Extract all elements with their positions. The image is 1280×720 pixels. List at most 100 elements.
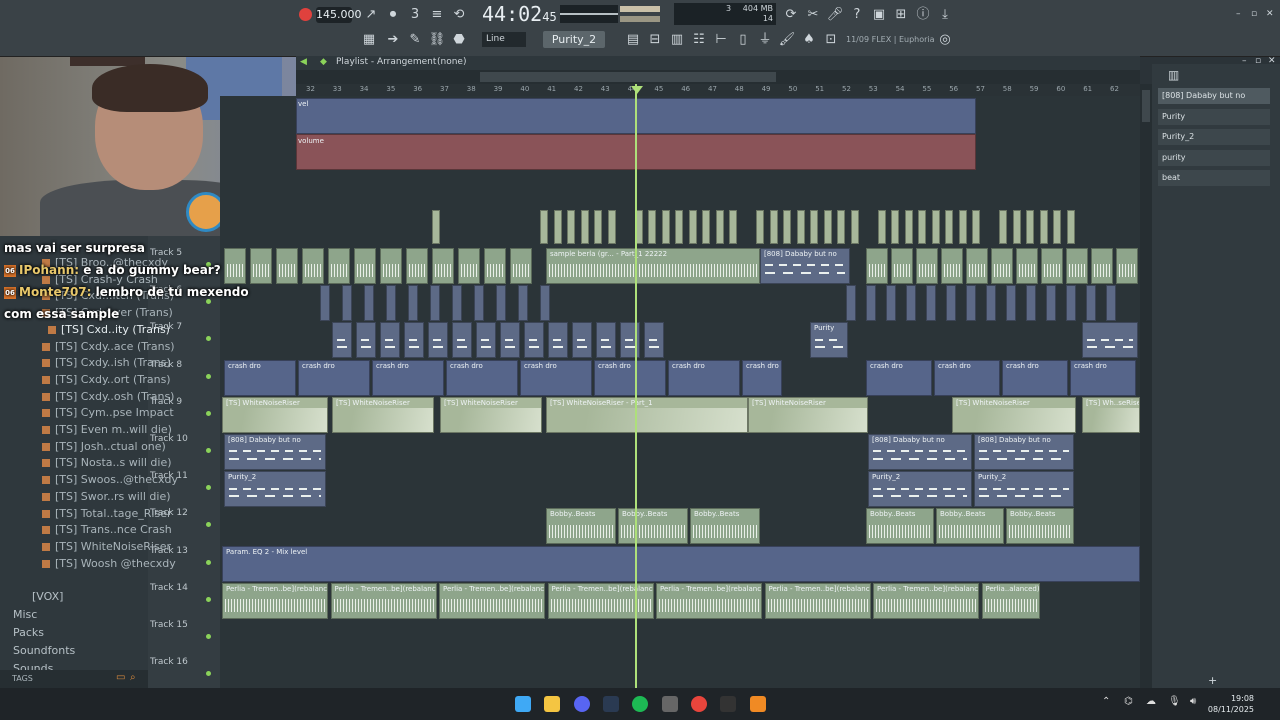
microphone-icon[interactable]: 🎙︎ bbox=[1168, 696, 1181, 707]
crash-clip[interactable]: crash dro bbox=[668, 359, 740, 396]
note-clip[interactable] bbox=[644, 322, 664, 359]
file-icon[interactable]: ▯ bbox=[734, 31, 752, 49]
riser-clip[interactable]: [TS] WhiteNoiseRiser bbox=[222, 396, 328, 433]
hit-clip[interactable] bbox=[540, 285, 550, 322]
small-clip[interactable] bbox=[823, 210, 832, 244]
small-clip[interactable] bbox=[1026, 210, 1034, 244]
hit-clip[interactable] bbox=[1066, 285, 1076, 322]
small-clip[interactable] bbox=[918, 210, 926, 244]
browser-item[interactable]: [TS] Cym..pse Impact bbox=[42, 406, 174, 419]
small-clip[interactable] bbox=[540, 210, 548, 244]
add-channel-icon[interactable]: + bbox=[1208, 674, 1217, 687]
arrow-tool-icon[interactable]: ➔ bbox=[384, 31, 402, 49]
step-edit-icon[interactable]: ≡ bbox=[428, 6, 446, 24]
wait-icon[interactable]: ⏺ bbox=[384, 6, 402, 24]
small-clip[interactable] bbox=[891, 210, 899, 244]
note-clip[interactable] bbox=[452, 322, 472, 359]
sample-clip[interactable] bbox=[354, 248, 376, 284]
playlist-lanes[interactable]: vel volume sample berla (gr... - Part_1 22… bbox=[220, 96, 1140, 688]
bird-icon[interactable]: ♠ bbox=[800, 31, 818, 49]
hit-clip[interactable] bbox=[1026, 285, 1036, 322]
sample-clip[interactable] bbox=[302, 248, 324, 284]
sample-clip[interactable] bbox=[380, 248, 402, 284]
note-clip[interactable] bbox=[500, 322, 520, 359]
hit-clip[interactable] bbox=[496, 285, 506, 322]
sample-clip[interactable] bbox=[991, 248, 1013, 284]
perlia-clip[interactable]: Perlia - Tremen..be](rebalanced) bbox=[873, 582, 979, 619]
channel-item[interactable]: Purity_2 bbox=[1158, 129, 1270, 145]
browser-item[interactable]: [TS] Cxdy..osh (Trans) bbox=[42, 390, 174, 403]
dababy-clip[interactable]: [808] Dababy but no bbox=[868, 434, 972, 470]
close-icon[interactable]: ✕ bbox=[1266, 9, 1274, 19]
maximize-icon[interactable]: ▫ bbox=[1251, 9, 1257, 19]
small-clip[interactable] bbox=[783, 210, 791, 244]
folder-icon[interactable]: ▭ bbox=[116, 672, 125, 683]
sample-clip[interactable] bbox=[276, 248, 298, 284]
small-clip[interactable] bbox=[1053, 210, 1061, 244]
sample-clip[interactable] bbox=[966, 248, 988, 284]
hit-clip[interactable] bbox=[1106, 285, 1116, 322]
small-clip[interactable] bbox=[958, 210, 967, 244]
hit-clip[interactable] bbox=[386, 285, 396, 322]
note-clip[interactable] bbox=[356, 322, 376, 359]
small-clip[interactable] bbox=[1012, 210, 1021, 244]
note-clip[interactable] bbox=[332, 322, 352, 359]
hit-clip[interactable] bbox=[946, 285, 956, 322]
pattern-selector[interactable]: Purity_2 bbox=[543, 31, 605, 48]
perlia-clip[interactable]: Perlia - Tremen..be](rebalanced) bbox=[222, 582, 328, 619]
hit-clip[interactable] bbox=[430, 285, 440, 322]
small-clip[interactable] bbox=[972, 210, 980, 244]
channel-item[interactable]: Purity bbox=[1158, 108, 1270, 125]
help-icon[interactable]: ? bbox=[848, 6, 866, 24]
bobby-clip[interactable]: Bobby..Beats bbox=[936, 508, 1004, 545]
browser-item[interactable]: [TS] Trans..nce Crash bbox=[42, 523, 172, 536]
small-clip[interactable] bbox=[702, 210, 710, 244]
small-clip[interactable] bbox=[553, 210, 562, 244]
file-explorer-icon[interactable] bbox=[544, 696, 560, 712]
small-clip[interactable] bbox=[850, 210, 859, 244]
mixer-icon[interactable]: ▤ bbox=[624, 31, 642, 49]
note-clip[interactable] bbox=[380, 322, 400, 359]
record-button[interactable] bbox=[299, 8, 312, 21]
sample-clip[interactable] bbox=[510, 248, 532, 284]
browser-item[interactable]: [TS] Nosta..s will die) bbox=[42, 456, 172, 469]
sample-clip[interactable]: sample berla (gr... - Part_1 22222 bbox=[546, 248, 760, 284]
hit-clip[interactable] bbox=[1006, 285, 1016, 322]
perlia-clip[interactable]: Perlia - Tremen..be](rebalanced) bbox=[656, 582, 762, 619]
purity2-clip[interactable]: Purity_2 bbox=[224, 471, 326, 508]
browser-item[interactable]: [TS] Cxdy..ish (Trans) bbox=[42, 356, 171, 369]
metronome-icon[interactable]: ↗ bbox=[362, 6, 380, 24]
windows-start-icon[interactable] bbox=[515, 696, 531, 712]
stamp-icon[interactable]: ⬣ bbox=[450, 31, 468, 49]
sample-clip[interactable] bbox=[432, 248, 454, 284]
bobby-clip[interactable]: Bobby..Beats bbox=[546, 508, 616, 545]
cart-icon[interactable]: ⊡ bbox=[822, 31, 840, 49]
small-clip[interactable] bbox=[661, 210, 670, 244]
perlia-clip[interactable]: Perlia - Tremen..be](rebalanced) bbox=[547, 582, 654, 619]
hit-clip[interactable] bbox=[906, 285, 916, 322]
small-clip[interactable] bbox=[877, 210, 886, 244]
countdown-icon[interactable]: 3 bbox=[406, 6, 424, 24]
small-clip[interactable] bbox=[567, 210, 575, 244]
panel-maximize-icon[interactable]: ▫ bbox=[1255, 56, 1261, 66]
crash-clip[interactable]: crash dro bbox=[446, 359, 518, 396]
riser-clip[interactable]: [TS] WhiteNoiseRiser bbox=[952, 396, 1076, 433]
riser-clip[interactable]: [TS] Wh..seRiser bbox=[1082, 396, 1140, 433]
hit-clip[interactable] bbox=[846, 285, 856, 322]
paint-icon[interactable]: 🖌︎ bbox=[778, 31, 796, 49]
track-mute-icon[interactable] bbox=[206, 410, 211, 416]
hit-clip[interactable] bbox=[408, 285, 418, 322]
globe-icon[interactable]: ◎ bbox=[936, 31, 954, 49]
track-mute-icon[interactable] bbox=[206, 448, 211, 453]
hit-clip[interactable] bbox=[986, 285, 996, 322]
small-clip[interactable] bbox=[1066, 210, 1075, 244]
browser-item[interactable]: [TS] Total..tage_Riser bbox=[42, 507, 172, 520]
track-mute-icon[interactable] bbox=[206, 559, 211, 565]
snap-icon[interactable]: ◆ bbox=[320, 57, 327, 67]
note-clip[interactable] bbox=[620, 322, 640, 359]
tool-mode-select[interactable]: Line bbox=[482, 32, 526, 47]
browser-item[interactable]: [TS] Swor..rs will die) bbox=[42, 490, 171, 503]
small-clip[interactable] bbox=[1039, 210, 1048, 244]
small-clip[interactable] bbox=[904, 210, 913, 244]
small-clip[interactable] bbox=[648, 210, 656, 244]
